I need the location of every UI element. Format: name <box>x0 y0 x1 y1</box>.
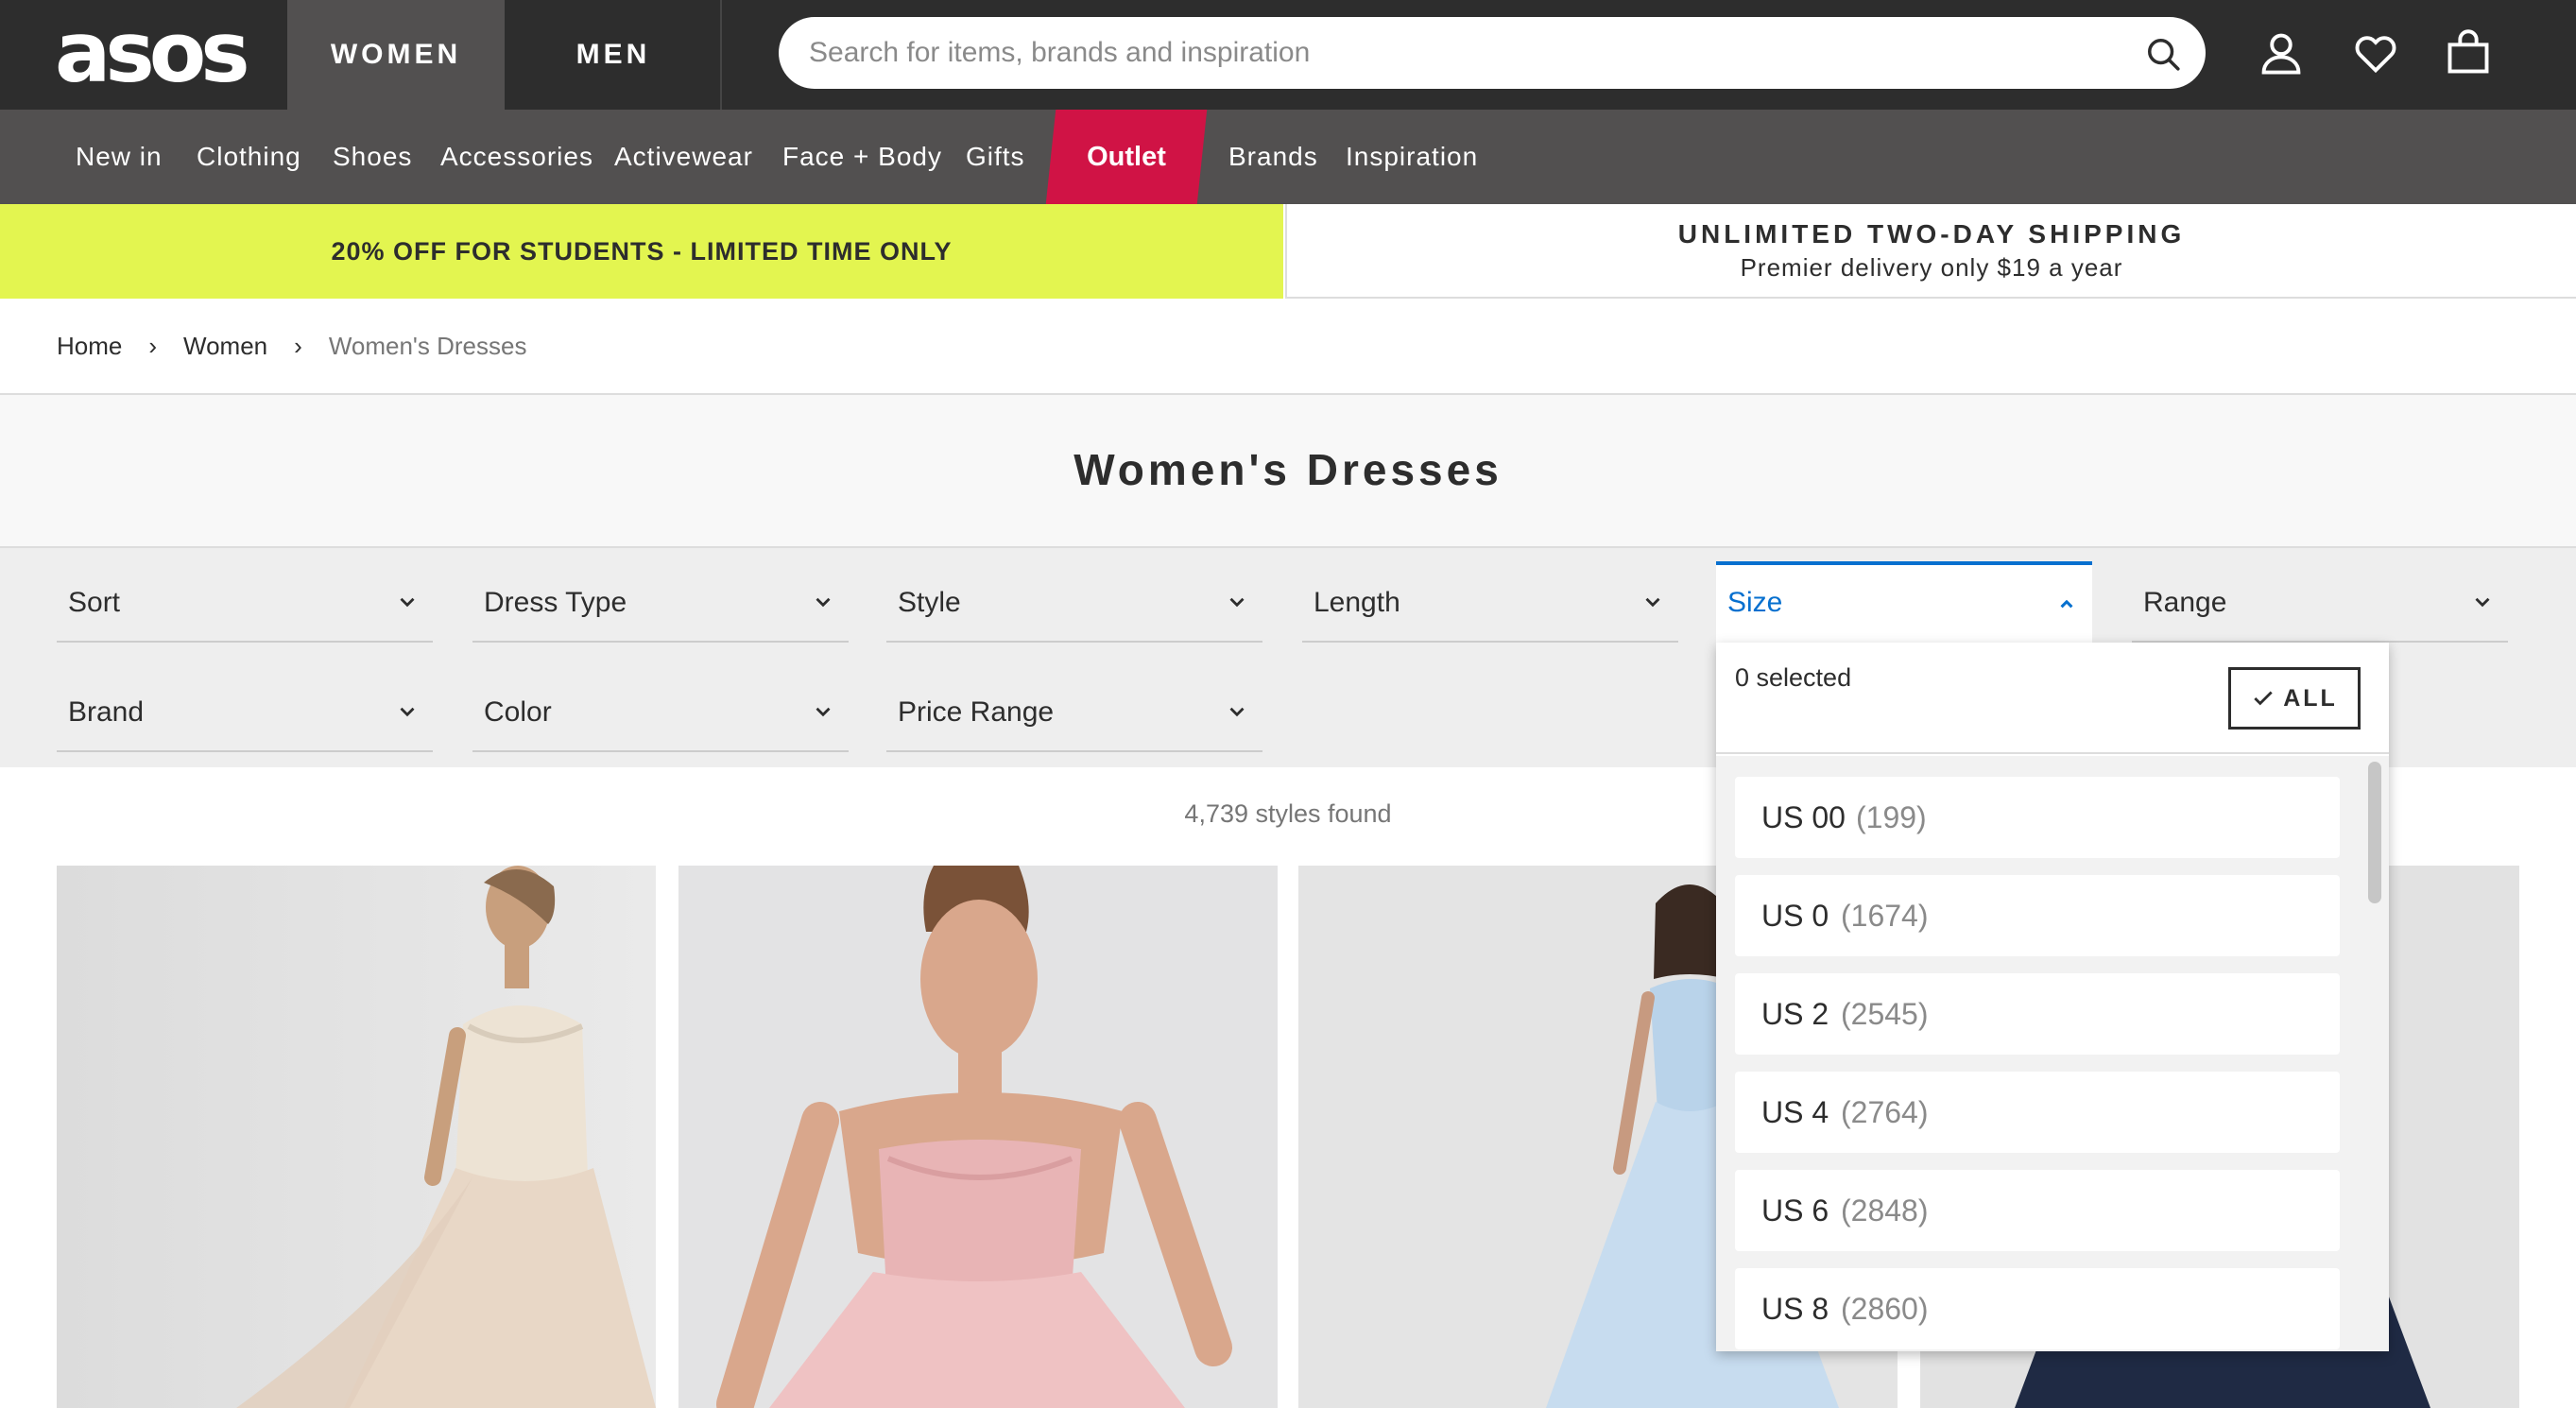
size-option-us-6[interactable]: US 6 (2848) <box>1735 1170 2340 1251</box>
tab-men[interactable]: MEN <box>505 0 722 110</box>
nav-gifts[interactable]: Gifts <box>966 110 1025 204</box>
search-icon[interactable] <box>2145 36 2181 72</box>
size-count: (2545) <box>1841 997 1929 1031</box>
size-options-list[interactable]: US 00 (199) US 0 (1674) US 2 (2545) US 4… <box>1716 756 2389 1351</box>
nav-brands[interactable]: Brands <box>1228 110 1318 204</box>
shipping-promo-subtitle: Premier delivery only $19 a year <box>1740 253 2123 282</box>
filter-length[interactable]: Length <box>1302 563 1678 643</box>
filter-style[interactable]: Style <box>886 563 1262 643</box>
top-header: asos WOMEN MEN <box>0 0 2576 110</box>
filter-range[interactable]: Range <box>2132 563 2508 643</box>
filter-color-label: Color <box>484 696 552 728</box>
chevron-down-icon <box>400 597 415 608</box>
filter-sort-label: Sort <box>68 587 121 618</box>
filter-brand-label: Brand <box>68 696 145 728</box>
chevron-down-icon <box>816 597 831 608</box>
select-all-button[interactable]: ALL <box>2228 667 2361 730</box>
dropdown-scrollbar[interactable] <box>2368 762 2381 903</box>
filter-color[interactable]: Color <box>472 673 849 752</box>
filter-dress-type-label: Dress Type <box>484 587 627 618</box>
search-input[interactable] <box>809 17 2113 89</box>
bag-icon[interactable] <box>2444 28 2493 77</box>
breadcrumb: Home › Women › Women's Dresses <box>57 299 526 393</box>
nav-new-in[interactable]: New in <box>76 110 163 204</box>
account-icon[interactable] <box>2257 28 2306 77</box>
chevron-down-icon <box>1229 707 1245 717</box>
product-card[interactable] <box>57 866 656 1408</box>
chevron-up-icon <box>2060 599 2073 609</box>
breadcrumb-separator: › <box>148 331 158 360</box>
filter-price-range[interactable]: Price Range <box>886 673 1262 752</box>
nav-activewear[interactable]: Activewear <box>614 110 753 204</box>
size-count: (2860) <box>1841 1292 1929 1326</box>
nav-outlet[interactable]: Outlet <box>1051 110 1202 204</box>
size-option-us-0[interactable]: US 0 (1674) <box>1735 875 2340 956</box>
tab-women[interactable]: WOMEN <box>287 0 505 110</box>
breadcrumb-separator: › <box>294 331 302 360</box>
size-dropdown-header: 0 selected ALL <box>1716 643 2389 754</box>
asos-logo[interactable]: asos <box>55 11 250 94</box>
filter-range-label: Range <box>2143 587 2227 618</box>
filter-brand[interactable]: Brand <box>57 673 433 752</box>
student-promo-banner[interactable]: 20% OFF FOR STUDENTS - LIMITED TIME ONLY <box>0 204 1283 299</box>
breadcrumb-current: Women's Dresses <box>328 331 527 360</box>
size-option-us-2[interactable]: US 2 (2545) <box>1735 973 2340 1055</box>
filter-style-label: Style <box>898 587 961 618</box>
title-band: Women's Dresses <box>0 395 2576 546</box>
product-card[interactable] <box>678 866 1278 1408</box>
select-all-label: ALL <box>2283 684 2338 712</box>
shipping-promo-banner[interactable]: UNLIMITED TWO-DAY SHIPPING Premier deliv… <box>1285 204 2576 299</box>
product-image <box>678 866 1278 1408</box>
filter-length-label: Length <box>1314 587 1400 618</box>
size-count: (2848) <box>1841 1193 1929 1228</box>
size-option-us-8[interactable]: US 8 (2860) <box>1735 1268 2340 1349</box>
size-label: US 8 <box>1761 1292 1829 1326</box>
filter-sort[interactable]: Sort <box>57 563 433 643</box>
nav-shoes[interactable]: Shoes <box>333 110 412 204</box>
size-count: (199) <box>1856 800 1927 834</box>
size-label: US 00 <box>1761 800 1846 834</box>
size-label: US 2 <box>1761 997 1829 1031</box>
breadcrumb-women[interactable]: Women <box>183 332 267 361</box>
filter-size[interactable]: Size <box>1716 561 2092 643</box>
chevron-down-icon <box>1645 597 1660 608</box>
filter-dress-type[interactable]: Dress Type <box>472 563 849 643</box>
size-dropdown: 0 selected ALL US 00 (199) US 0 (1674) U… <box>1716 643 2389 1351</box>
page-title: Women's Dresses <box>1073 445 1503 494</box>
filter-price-range-label: Price Range <box>898 696 1055 728</box>
heart-icon[interactable] <box>2351 28 2400 77</box>
size-count: (2764) <box>1841 1095 1929 1129</box>
chevron-down-icon <box>400 707 415 717</box>
chevron-down-icon <box>816 707 831 717</box>
size-option-us-4[interactable]: US 4 (2764) <box>1735 1072 2340 1153</box>
nav-accessories[interactable]: Accessories <box>440 110 593 204</box>
category-nav: New in Clothing Shoes Accessories Active… <box>0 110 2576 204</box>
chevron-down-icon <box>1229 597 1245 608</box>
size-label: US 0 <box>1761 899 1829 933</box>
nav-face-body[interactable]: Face + Body <box>782 110 942 204</box>
shipping-promo-title: UNLIMITED TWO-DAY SHIPPING <box>1677 219 2186 249</box>
chevron-down-icon <box>2475 597 2490 608</box>
size-option-us-00[interactable]: US 00 (199) <box>1735 777 2340 858</box>
size-label: US 6 <box>1761 1193 1829 1228</box>
selected-count: 0 selected <box>1735 663 1852 692</box>
filter-size-label: Size <box>1727 587 1783 618</box>
search-bar <box>779 17 2206 89</box>
size-count: (1674) <box>1841 899 1929 933</box>
check-icon <box>2254 691 2273 706</box>
header-divider <box>720 0 722 110</box>
size-label: US 4 <box>1761 1095 1829 1129</box>
product-image <box>57 866 656 1408</box>
breadcrumb-home[interactable]: Home <box>57 332 122 361</box>
nav-clothing[interactable]: Clothing <box>197 110 301 204</box>
nav-inspiration[interactable]: Inspiration <box>1346 110 1478 204</box>
